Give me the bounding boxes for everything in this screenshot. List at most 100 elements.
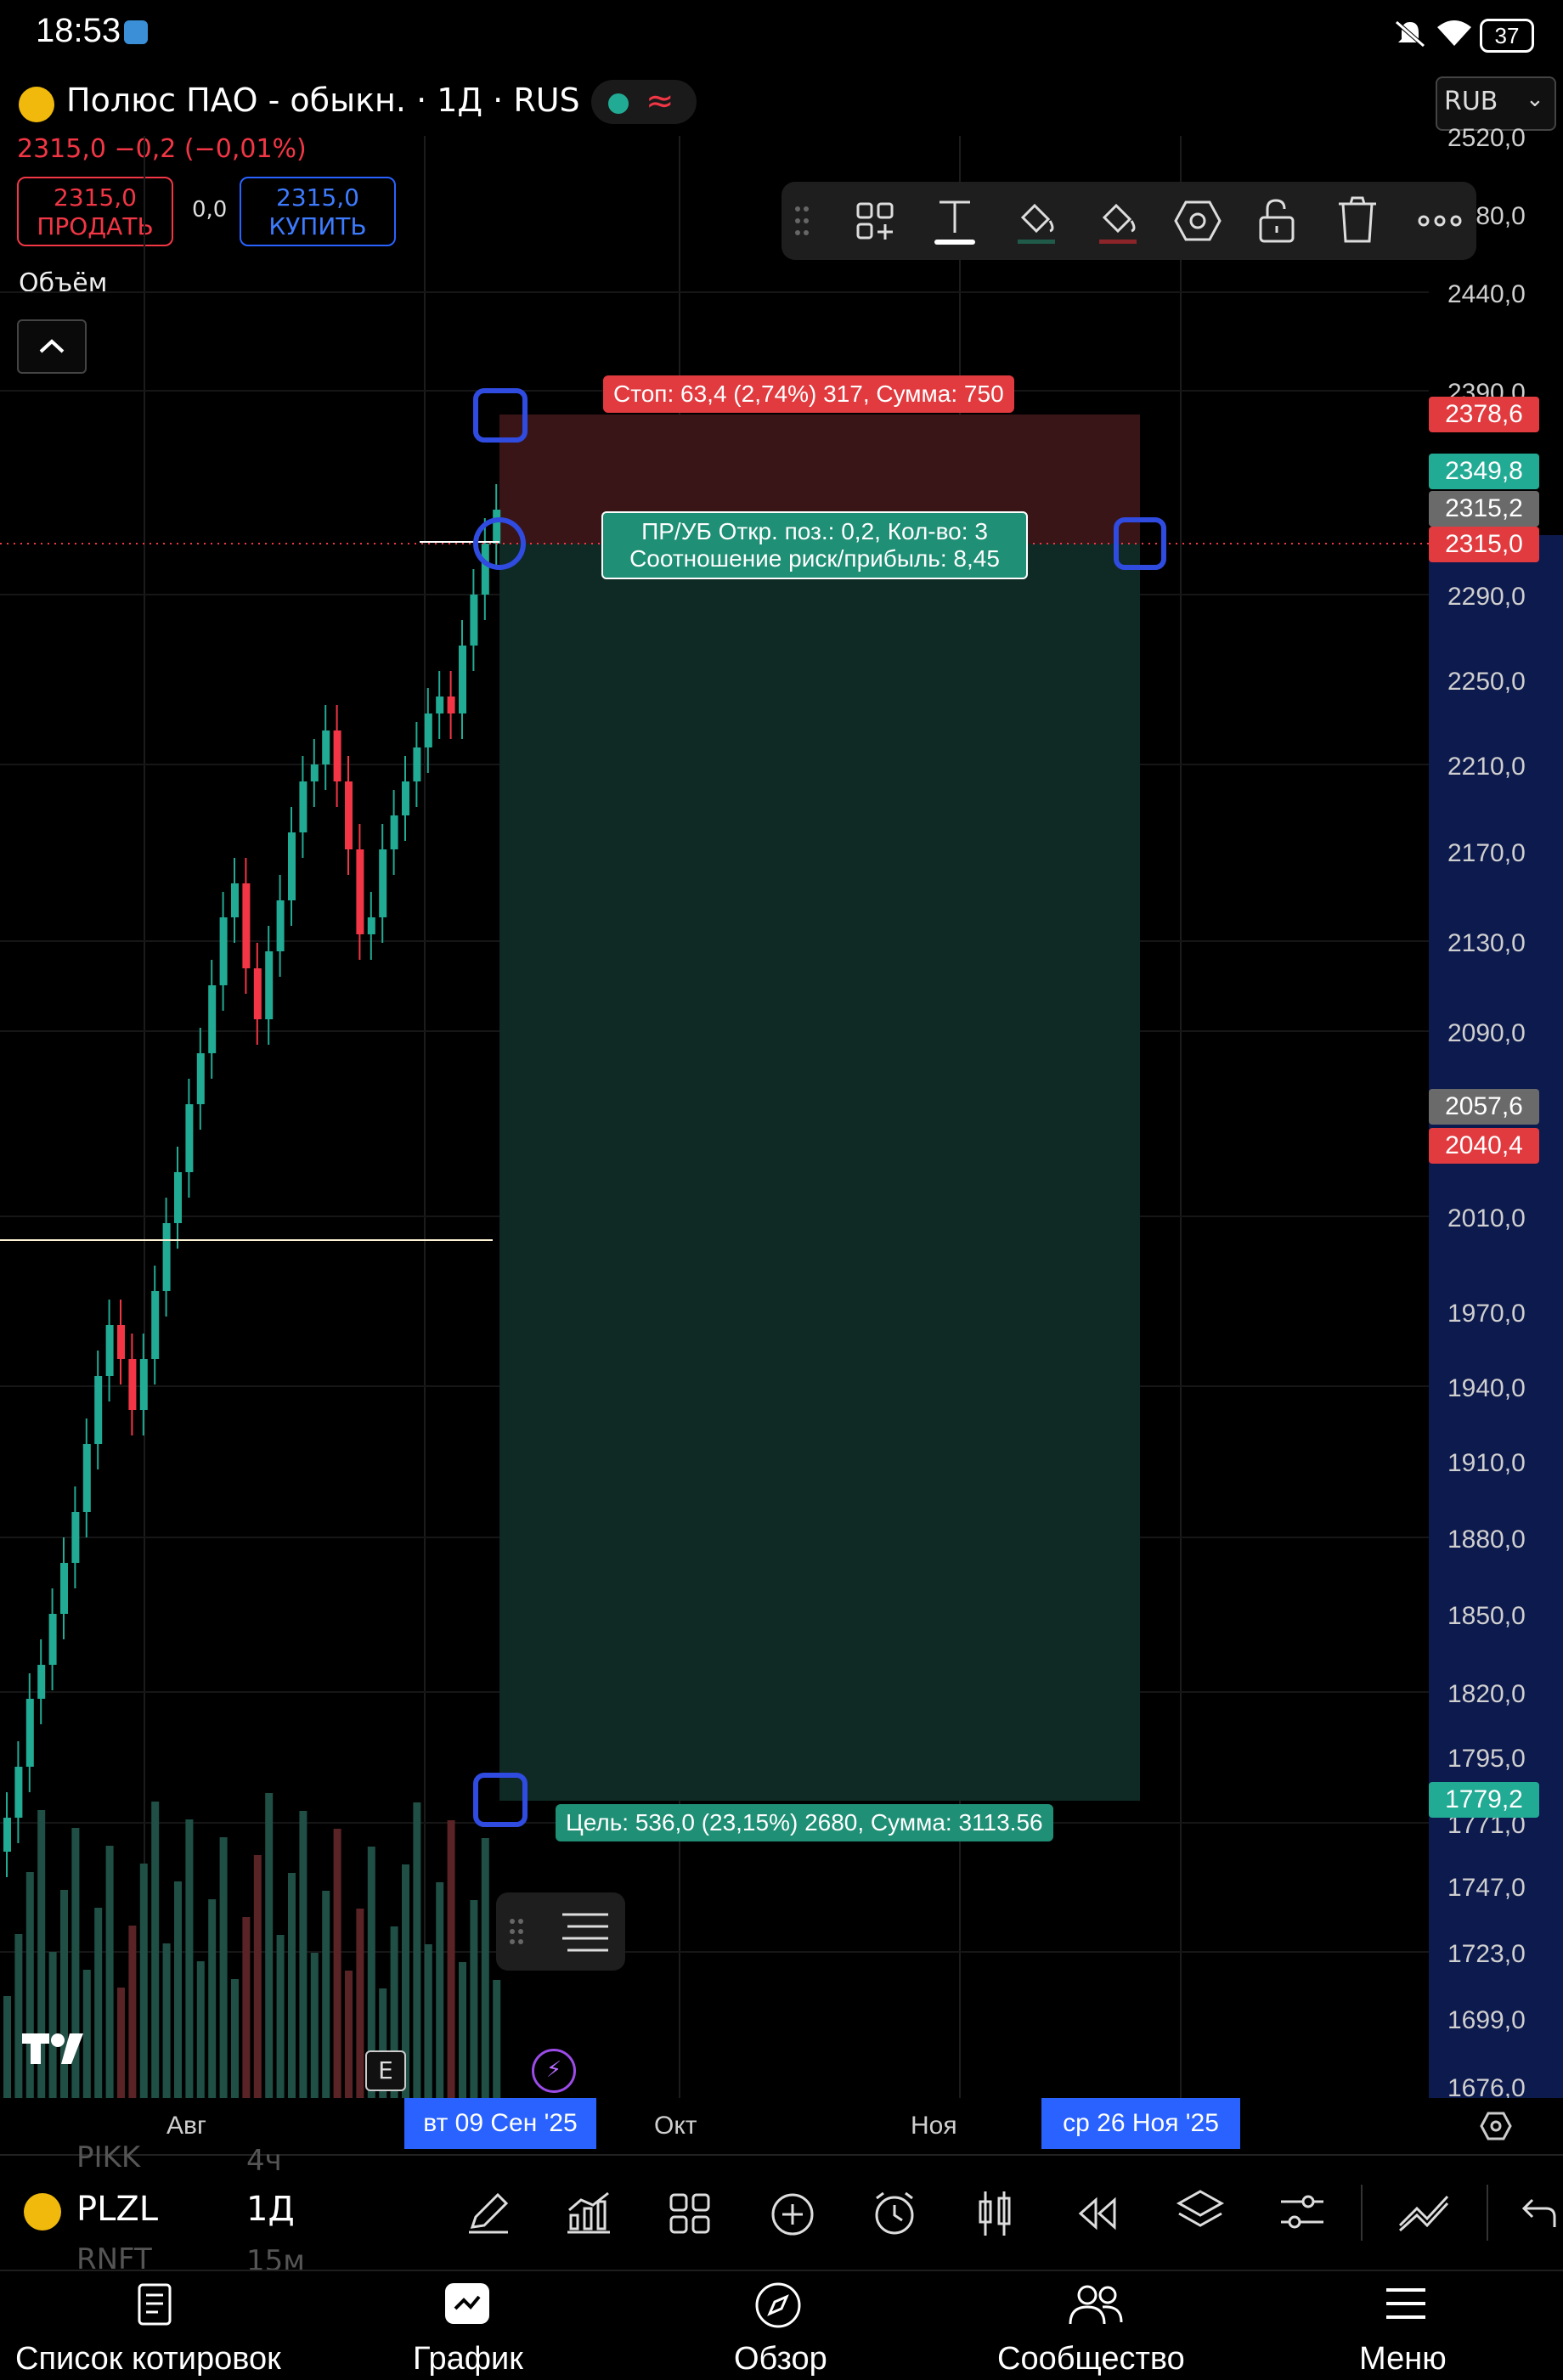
volume-bar [470, 1900, 478, 2098]
candle [162, 1223, 171, 1291]
drag-handle-icon [510, 1919, 523, 1944]
nav-menu[interactable]: Меню [1342, 2273, 1470, 2378]
time-scale[interactable] [0, 2098, 1563, 2154]
candle [71, 1512, 80, 1563]
clock: 18:53 [36, 12, 121, 49]
candle [310, 764, 319, 781]
watchlist-icon [138, 2283, 172, 2326]
battery-icon: 37 [1480, 19, 1534, 53]
volume-bar [94, 1908, 103, 2098]
more-icon[interactable] [1417, 214, 1463, 228]
settings-hex-icon[interactable] [1174, 199, 1222, 243]
candle [481, 544, 489, 595]
time-badge-start: вт 09 Сен '25 [404, 2098, 596, 2149]
volume-bar [481, 1838, 489, 2098]
time-label-oct: Окт [654, 2112, 697, 2140]
templates-icon[interactable] [668, 2191, 712, 2236]
candle [174, 1172, 182, 1223]
volume-bar [265, 1793, 274, 2098]
lightning-event-icon[interactable]: ⚡ [532, 2049, 576, 2093]
candle [322, 730, 330, 764]
candle [470, 595, 478, 646]
compare-icon[interactable] [1398, 2191, 1449, 2234]
currency-value: RUB [1444, 87, 1498, 116]
candle [196, 1053, 205, 1104]
candle [413, 747, 421, 781]
toolbar-divider [1487, 2185, 1488, 2241]
earnings-icon[interactable]: E [365, 2050, 406, 2091]
candle [128, 1359, 137, 1410]
add-object-icon[interactable] [855, 200, 895, 241]
candle [37, 1665, 46, 1699]
candle [117, 1325, 125, 1359]
candle [185, 1104, 194, 1172]
drawing-toolbar [782, 182, 1476, 260]
ghost-symbol-1: PIKK [76, 2140, 141, 2174]
symbol-title[interactable]: Полюс ПАО - обыкн. · 1Д · RUS [66, 82, 580, 119]
nav-community[interactable]: Сообщество [985, 2273, 1206, 2378]
layers-icon[interactable] [1176, 2188, 1225, 2237]
object-tree-button[interactable] [496, 1892, 625, 1971]
candle [82, 1444, 91, 1512]
text-icon[interactable] [931, 195, 979, 248]
gray-price-tag: 2057,6 [1429, 1089, 1539, 1125]
fill-bucket-icon[interactable] [1013, 195, 1060, 248]
trash-icon[interactable] [1337, 195, 1378, 245]
symbol-switcher[interactable]: PLZL [76, 2190, 158, 2229]
data-delay-icon: ≈ [646, 82, 674, 121]
volume-bar [14, 1934, 23, 2098]
candle [242, 883, 251, 968]
nav-overview-label: Обзор [734, 2341, 827, 2377]
price-scale-label: 1880,0 [1447, 1526, 1526, 1554]
volume-bar [424, 1944, 432, 2098]
candles-icon[interactable] [977, 2188, 1014, 2239]
volume-bar [139, 1864, 148, 2098]
nav-chart-label: График [413, 2341, 523, 2377]
candle [151, 1291, 160, 1359]
market-status-pill[interactable] [591, 80, 697, 124]
volume-bar [436, 1882, 444, 2098]
object-tree-icon [562, 1913, 608, 1952]
undo-icon[interactable] [1521, 2197, 1558, 2231]
nav-chart[interactable]: График [391, 2273, 544, 2378]
volume-bar [3, 1996, 11, 2098]
price-scale-label: 2440,0 [1447, 280, 1526, 308]
volume-bar [48, 1952, 57, 2098]
nav-watchlist[interactable]: Список котировок [0, 2273, 314, 2378]
candle [424, 713, 432, 747]
candle [94, 1376, 103, 1444]
replay-icon[interactable] [1077, 2197, 1118, 2231]
time-badge-end: ср 26 Ноя '25 [1041, 2098, 1240, 2149]
volume-bar [185, 1819, 194, 2098]
volume-bar [196, 1961, 205, 2098]
candle [276, 900, 285, 951]
candle [367, 917, 375, 934]
candle [390, 815, 398, 849]
volume-bar [333, 1829, 341, 2098]
candle [379, 849, 387, 917]
candle [333, 730, 341, 781]
alert-clock-icon[interactable] [872, 2190, 917, 2237]
pencil-icon[interactable] [466, 2190, 511, 2236]
add-icon[interactable] [770, 2191, 815, 2237]
wifi-icon [1437, 20, 1471, 46]
drag-handle-icon[interactable] [793, 204, 810, 238]
candle [219, 917, 228, 985]
market-open-icon [608, 93, 629, 114]
indicators-icon[interactable] [566, 2190, 612, 2236]
candle [60, 1563, 68, 1614]
scale-settings-icon[interactable] [1480, 2112, 1512, 2140]
candle [3, 1818, 11, 1852]
candle [288, 832, 296, 900]
price-scale-label: 1723,0 [1447, 1940, 1526, 1968]
tradingview-logo-icon [22, 2033, 83, 2064]
nav-overview[interactable]: Обзор [714, 2273, 849, 2378]
compass-icon [755, 2282, 801, 2328]
volume-bar [219, 1837, 228, 2098]
candle [105, 1325, 114, 1376]
timeframe-switcher[interactable]: 1Д [246, 2190, 295, 2229]
line-color-icon[interactable] [1094, 195, 1142, 248]
telegram-icon [124, 20, 148, 44]
settings-sliders-icon[interactable] [1279, 2190, 1325, 2236]
unlock-icon[interactable] [1257, 197, 1296, 245]
